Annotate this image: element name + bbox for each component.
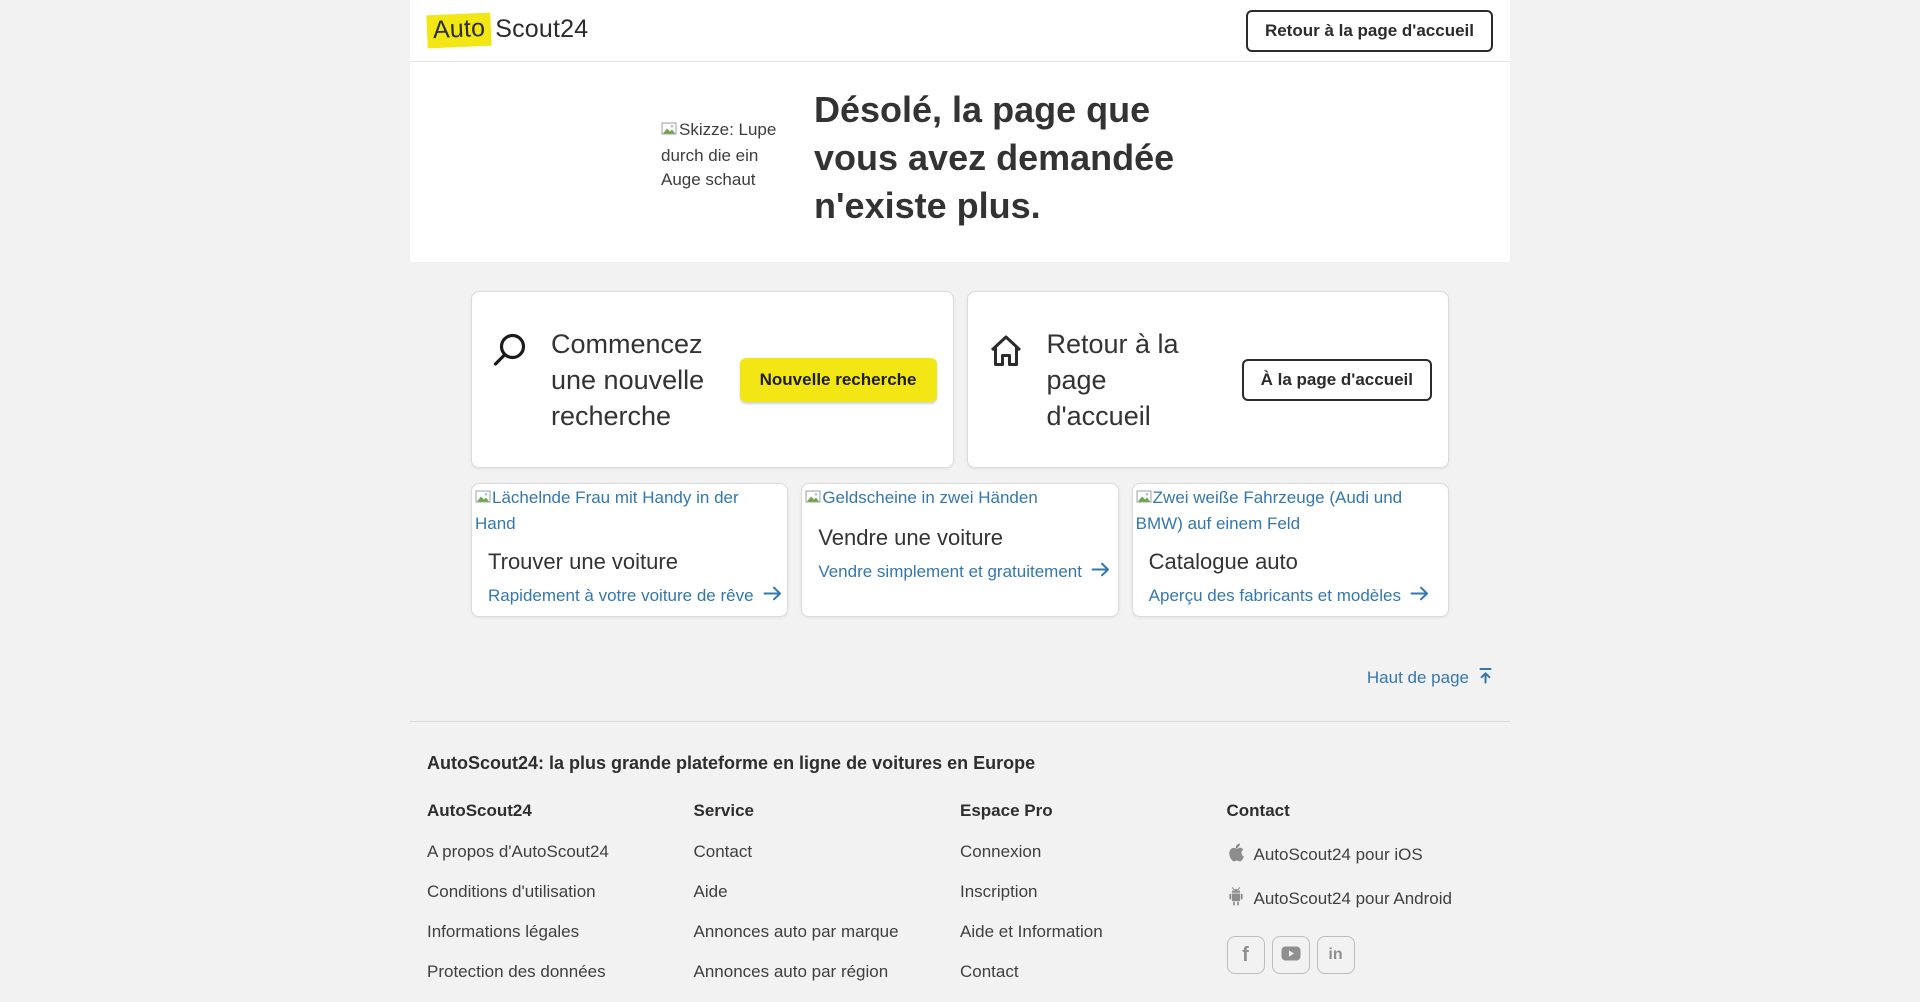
error-hero: Skizze: Lupe durch die ein Auge schaut D… xyxy=(410,62,1510,262)
footer-column-autoscout24: AutoScout24 A propos d'AutoScout24 Condi… xyxy=(427,801,694,1002)
sell-car-link-label: Vendre simplement et gratuitement xyxy=(818,562,1082,582)
autoscout24-logo[interactable]: Auto Scout24 xyxy=(427,14,588,47)
footer-link-legal[interactable]: Informations légales xyxy=(427,922,694,942)
linkedin-button[interactable]: in xyxy=(1317,936,1355,974)
find-car-link-label: Rapidement à votre voiture de rêve xyxy=(488,586,754,606)
hero-image-alt-text: Skizze: Lupe durch die ein Auge schaut xyxy=(661,120,776,189)
teaser-cards-row: Lächelnde Frau mit Handy in der Hand Tro… xyxy=(471,483,1449,617)
sell-car-card-body: Vendre une voiture Vendre simplement et … xyxy=(802,512,1117,582)
footer-column-espace-pro: Espace Pro Connexion Inscription Aide et… xyxy=(960,801,1227,1002)
action-cards-row: Commencez une nouvelle recherche Nouvell… xyxy=(471,291,1449,468)
youtube-icon xyxy=(1281,946,1301,964)
sell-car-link[interactable]: Vendre simplement et gratuitement xyxy=(818,562,1110,582)
footer-heading: AutoScout24: la plus grande plateforme e… xyxy=(427,753,1493,774)
car-catalogue-link-label: Aperçu des fabricants et modèles xyxy=(1149,586,1401,606)
arrow-to-top-icon xyxy=(1478,667,1493,689)
youtube-button[interactable] xyxy=(1272,936,1310,974)
arrow-right-icon xyxy=(1410,586,1429,606)
back-to-top-row: Haut de page xyxy=(410,667,1510,689)
car-catalogue-card-body: Catalogue auto Aperçu des fabricants et … xyxy=(1133,536,1448,606)
facebook-icon: f xyxy=(1242,944,1249,967)
logo-auto-highlight: Auto xyxy=(426,13,492,49)
page-content: Auto Scout24 Retour à la page d'accueil … xyxy=(410,0,1510,1002)
facebook-button[interactable]: f xyxy=(1227,936,1265,974)
android-app-label: AutoScout24 pour Android xyxy=(1254,889,1452,909)
sell-car-card-title: Vendre une voiture xyxy=(818,525,1101,551)
car-catalogue-card: Zwei weiße Fahrzeuge (Audi und BMW) auf … xyxy=(1132,483,1449,617)
new-search-card: Commencez une nouvelle recherche Nouvell… xyxy=(471,291,954,468)
find-car-image-alt: Lächelnde Frau mit Handy in der Hand xyxy=(475,488,739,533)
apple-icon xyxy=(1227,842,1245,868)
find-car-card: Lächelnde Frau mit Handy in der Hand Tro… xyxy=(471,483,788,617)
footer-link-privacy[interactable]: Protection des données xyxy=(427,962,694,982)
footer-link-help[interactable]: Aide xyxy=(694,882,961,902)
main: Commencez une nouvelle recherche Nouvell… xyxy=(410,291,1510,617)
find-car-link[interactable]: Rapidement à votre voiture de rêve xyxy=(488,586,782,606)
find-car-card-title: Trouver une voiture xyxy=(488,549,771,575)
arrow-right-icon xyxy=(763,586,782,606)
header-home-button[interactable]: Retour à la page d'accueil xyxy=(1246,10,1493,52)
home-icon xyxy=(986,331,1026,371)
footer-link-ads-by-region[interactable]: Annonces auto par région xyxy=(694,962,961,982)
car-catalogue-link[interactable]: Aperçu des fabricants et modèles xyxy=(1149,586,1429,606)
error-page-title: Désolé, la page que vous avez demandée n… xyxy=(814,86,1226,230)
ios-app-link[interactable]: AutoScout24 pour iOS xyxy=(1227,842,1423,868)
arrow-right-icon xyxy=(1091,562,1110,582)
android-app-link[interactable]: AutoScout24 pour Android xyxy=(1227,886,1452,912)
find-car-card-body: Trouver une voiture Rapidement à votre v… xyxy=(472,536,787,606)
back-home-card-lead: Retour à la page d'accueil xyxy=(986,326,1207,434)
car-catalogue-image-alt: Zwei weiße Fahrzeuge (Audi und BMW) auf … xyxy=(1136,488,1402,533)
footer-link-help-info[interactable]: Aide et Information xyxy=(960,922,1227,942)
footer-column-title: Service xyxy=(694,801,961,821)
footer-column-title: Espace Pro xyxy=(960,801,1227,821)
footer-link-terms[interactable]: Conditions d'utilisation xyxy=(427,882,694,902)
site-footer: AutoScout24: la plus grande plateforme e… xyxy=(410,721,1510,1002)
linkedin-icon: in xyxy=(1328,946,1342,964)
footer-column-title: AutoScout24 xyxy=(427,801,694,821)
social-links: f in xyxy=(1227,936,1494,974)
new-search-card-title: Commencez une nouvelle recherche xyxy=(551,326,711,434)
footer-link-register[interactable]: Inscription xyxy=(960,882,1227,902)
site-header: Auto Scout24 Retour à la page d'accueil xyxy=(410,0,1510,62)
back-to-top-link[interactable]: Haut de page xyxy=(1367,667,1493,689)
search-icon xyxy=(490,331,530,371)
footer-column-service: Service Contact Aide Annonces auto par m… xyxy=(694,801,961,1002)
logo-scout24-text: Scout24 xyxy=(495,15,588,44)
footer-link-login[interactable]: Connexion xyxy=(960,842,1227,862)
footer-column-contact: Contact AutoScout24 pour iOS AutoScout24… xyxy=(1227,801,1494,1002)
new-search-button[interactable]: Nouvelle recherche xyxy=(740,358,937,402)
broken-image-icon xyxy=(661,122,677,141)
ios-app-label: AutoScout24 pour iOS xyxy=(1254,845,1423,865)
car-catalogue-card-title: Catalogue auto xyxy=(1149,549,1432,575)
back-home-card: Retour à la page d'accueil À la page d'a… xyxy=(967,291,1450,468)
to-homepage-button[interactable]: À la page d'accueil xyxy=(1242,359,1432,401)
back-home-card-title: Retour à la page d'accueil xyxy=(1047,326,1207,434)
sell-car-card: Geldscheine in zwei Händen Vendre une vo… xyxy=(801,483,1118,617)
footer-column-title: Contact xyxy=(1227,801,1494,821)
find-car-image-link[interactable]: Lächelnde Frau mit Handy in der Hand xyxy=(472,484,787,536)
new-search-card-lead: Commencez une nouvelle recherche xyxy=(490,326,711,434)
broken-image-icon xyxy=(805,490,821,509)
broken-hero-image: Skizze: Lupe durch die ein Auge schaut xyxy=(661,118,777,192)
footer-link-ads-by-brand[interactable]: Annonces auto par marque xyxy=(694,922,961,942)
back-to-top-label: Haut de page xyxy=(1367,668,1469,688)
sell-car-image-alt: Geldscheine in zwei Händen xyxy=(822,488,1037,507)
car-catalogue-image-link[interactable]: Zwei weiße Fahrzeuge (Audi und BMW) auf … xyxy=(1133,484,1448,536)
sell-car-image-link[interactable]: Geldscheine in zwei Händen xyxy=(802,484,1117,512)
footer-link-contact[interactable]: Contact xyxy=(694,842,961,862)
footer-link-pro-contact[interactable]: Contact xyxy=(960,962,1227,982)
broken-image-icon xyxy=(1136,490,1152,509)
footer-columns: AutoScout24 A propos d'AutoScout24 Condi… xyxy=(427,801,1493,1002)
footer-link-about[interactable]: A propos d'AutoScout24 xyxy=(427,842,694,862)
android-icon xyxy=(1227,886,1245,912)
broken-image-icon xyxy=(475,490,491,509)
